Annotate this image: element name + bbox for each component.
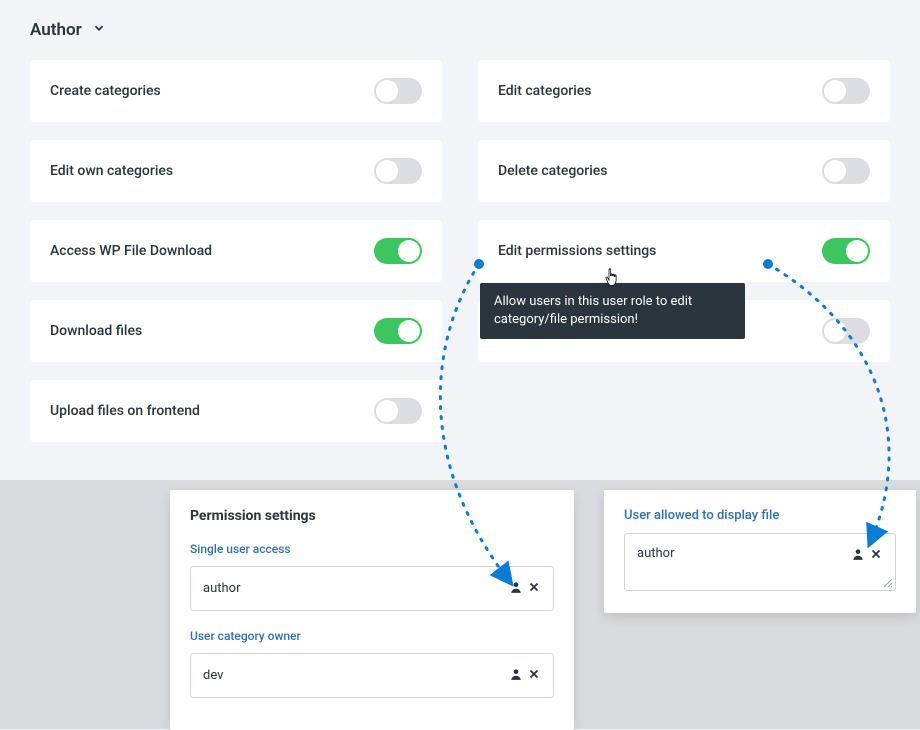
perm-create-categories: Create categories [30,60,442,122]
perm-toggle[interactable] [822,318,870,344]
perm-label: Edit categories [498,83,592,99]
user-icon[interactable] [509,666,523,685]
permission-settings-panel: Permission settings Single user access a… [170,490,574,730]
user-icon[interactable] [509,579,523,598]
cursor-pointer-icon [603,267,621,293]
role-dropdown[interactable]: Author [0,0,920,46]
chevron-down-icon [92,20,106,40]
perm-toggle[interactable] [822,238,870,264]
user-category-owner-label: User category owner [190,629,554,643]
input-value: dev [203,668,223,683]
close-icon[interactable] [527,579,541,598]
perm-label: Edit own categories [50,163,173,179]
single-user-access-input[interactable]: author [190,566,554,611]
perm-download-files: Download files [30,300,442,362]
perm-delete-categories: Delete categories [478,140,890,202]
panel-title: Permission settings [190,508,554,524]
perm-toggle[interactable] [822,158,870,184]
perm-toggle[interactable] [374,318,422,344]
perm-label: Access WP File Download [50,243,212,259]
close-icon[interactable] [869,546,883,565]
perm-label: Delete categories [498,163,607,179]
panel-title: User allowed to display file [624,508,896,523]
perm-label: Edit permissions settings [498,243,656,259]
perm-access-wp-file-download: Access WP File Download [30,220,442,282]
perm-toggle[interactable] [374,238,422,264]
perm-toggle[interactable] [374,158,422,184]
perm-label: Upload files on frontend [50,403,200,419]
perm-toggle[interactable] [374,78,422,104]
perm-edit-own-categories: Edit own categories [30,140,442,202]
tooltip-text: Allow users in this user role to edit ca… [494,294,692,327]
input-value: author [203,581,240,596]
perm-toggle[interactable] [374,398,422,424]
user-icon[interactable] [851,546,865,565]
perm-label: Download files [50,323,142,339]
permissions-grid: Create categories Edit categories Edit o… [0,46,920,462]
perm-edit-permissions-settings: Edit permissions settings [478,220,890,282]
perm-label: Create categories [50,83,161,99]
perm-toggle[interactable] [822,78,870,104]
user-allowed-display-panel: User allowed to display file author [604,490,916,613]
perm-upload-files-frontend: Upload files on frontend [30,380,442,442]
close-icon[interactable] [527,666,541,685]
role-label: Author [30,20,82,40]
single-user-access-label: Single user access [190,542,554,556]
input-value: author [637,546,674,561]
perm-edit-categories: Edit categories [478,60,890,122]
allowed-user-input[interactable]: author [624,533,896,591]
user-category-owner-input[interactable]: dev [190,653,554,698]
resize-handle-icon[interactable] [883,578,893,588]
